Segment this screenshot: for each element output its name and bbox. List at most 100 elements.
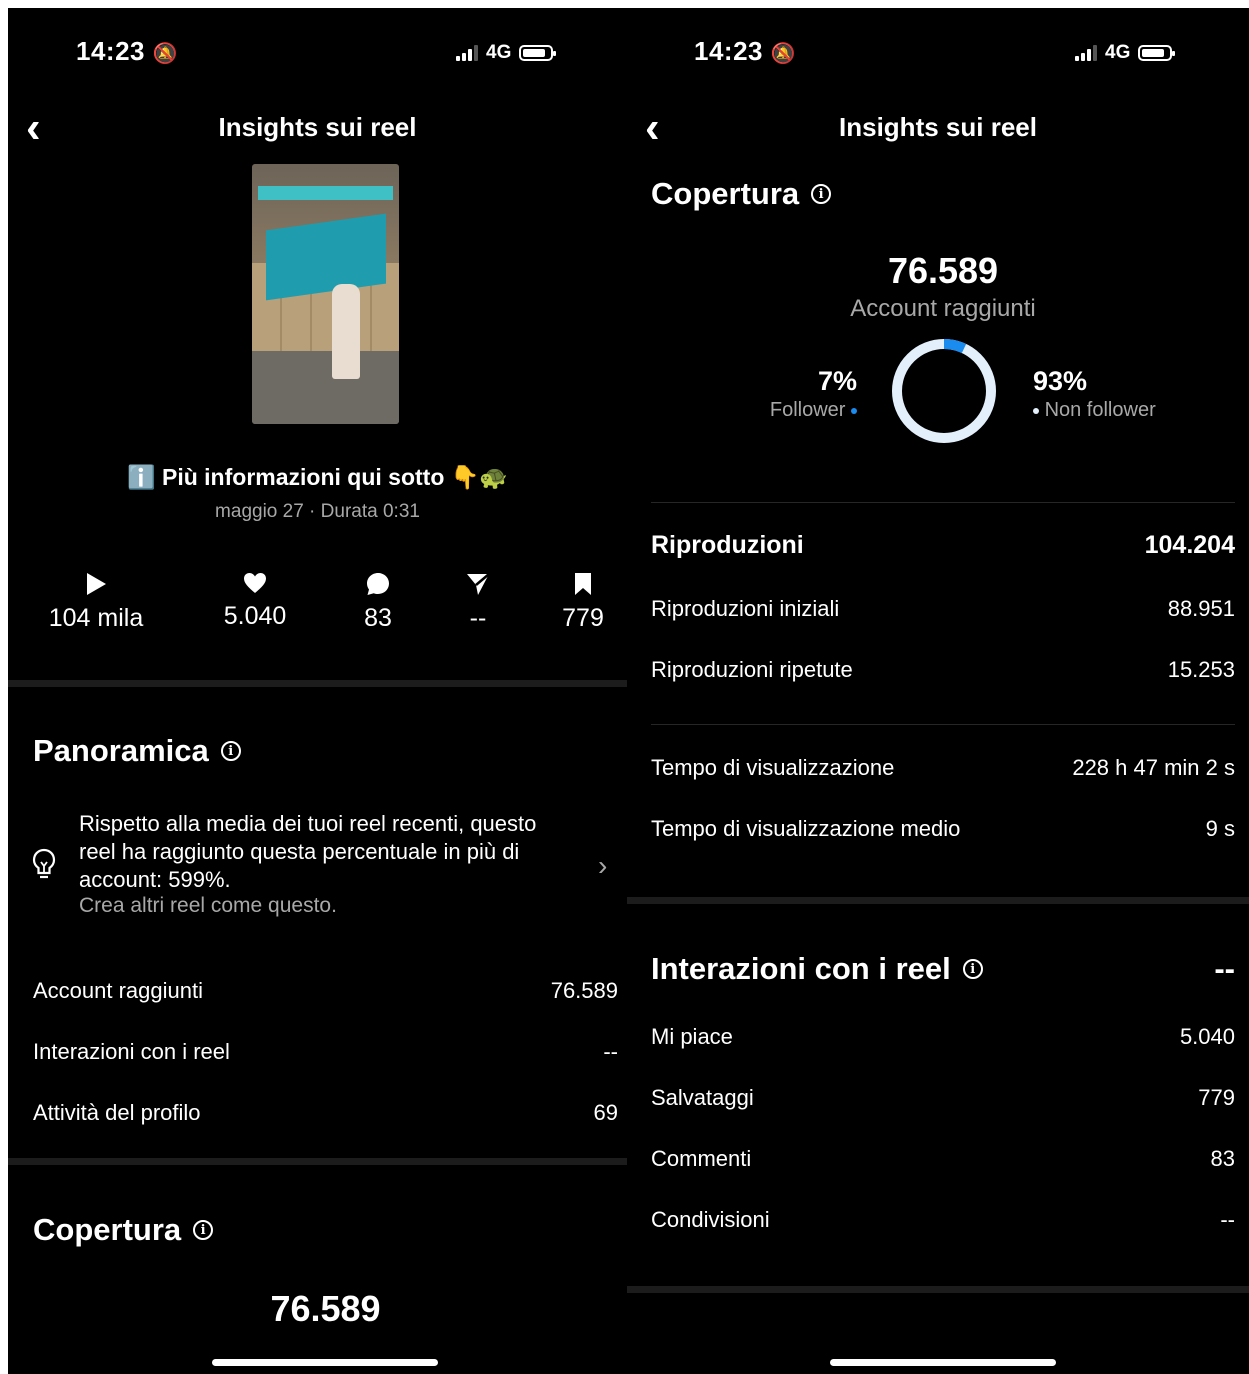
row-value: 5.040 — [1179, 1024, 1235, 1049]
info-icon[interactable]: i — [193, 1220, 214, 1240]
nav-title: Insights sui reel — [218, 112, 417, 142]
row-label: Condivisioni — [651, 1207, 770, 1232]
overview-row[interactable]: Interazioni con i reel -- — [33, 1039, 618, 1065]
row-label: Mi piace — [651, 1024, 733, 1049]
reach-value: 76.589 — [887, 250, 999, 291]
tip-link[interactable]: Crea altri reel come questo. — [79, 894, 337, 918]
nonfollower-dot — [1033, 407, 1039, 414]
stat-value: 779 — [562, 604, 604, 632]
row-value: -- — [1220, 1207, 1235, 1232]
reach-header: Copertura i — [651, 176, 832, 212]
nonfollower-pct: 93% — [1033, 366, 1088, 396]
stat-likes: 5.040 — [195, 572, 315, 631]
home-indicator[interactable] — [212, 1359, 438, 1366]
row-label: Riproduzioni ripetute — [651, 657, 853, 682]
info-icon[interactable]: i — [811, 184, 832, 204]
status-indicators: 4G — [456, 42, 557, 64]
row-value: 228 h 47 min 2 s — [1072, 755, 1235, 780]
info-icon[interactable]: i — [962, 959, 983, 979]
interactions-row[interactable]: Condivisioni -- — [651, 1207, 1235, 1233]
bookmark-icon — [575, 573, 591, 595]
nav-title: Insights sui reel — [839, 112, 1037, 142]
status-time: 14:23 🔕 — [694, 36, 796, 67]
plays-title: Riproduzioni — [651, 531, 804, 559]
row-label: Commenti — [651, 1146, 752, 1171]
row-label: Attività del profilo — [33, 1100, 201, 1125]
stat-value: 83 — [364, 604, 392, 632]
reel-meta: maggio 27 · Durata 0:31 — [215, 501, 420, 522]
reach-donut-chart — [892, 339, 996, 443]
interactions-title: Interazioni con i reel — [651, 951, 951, 986]
overview-row[interactable]: Account raggiunti 76.589 — [33, 978, 618, 1004]
status-indicators: 4G — [1075, 42, 1176, 64]
chevron-right-icon: › — [598, 850, 608, 881]
overview-row[interactable]: Attività del profilo 69 — [33, 1100, 618, 1126]
divider — [651, 724, 1235, 725]
signal-icon — [1075, 45, 1097, 61]
network-label: 4G — [1105, 42, 1131, 63]
signal-icon — [456, 45, 478, 61]
right-screen: 14:23 🔕 4G ‹ Insights sui reel Copertura… — [627, 8, 1249, 1374]
reel-caption: ℹ️ Più informazioni qui sotto 👇🐢 — [126, 464, 509, 490]
nonfollower-legend: 93% Non follower — [1033, 366, 1233, 422]
row-label: Interazioni con i reel — [33, 1039, 230, 1064]
stat-value: 104 mila — [48, 604, 144, 632]
reach-subtitle: Account raggiunti — [850, 295, 1036, 322]
divider — [627, 897, 1249, 904]
row-value: 83 — [1210, 1146, 1235, 1171]
row-label: Tempo di visualizzazione — [651, 755, 895, 780]
row-label: Salvataggi — [651, 1085, 754, 1110]
network-label: 4G — [486, 42, 512, 63]
silent-bell-icon: 🔕 — [770, 43, 797, 65]
stat-value: -- — [469, 604, 487, 632]
info-icon[interactable]: i — [220, 741, 241, 761]
play-icon — [87, 573, 106, 595]
reel-thumbnail[interactable] — [252, 164, 399, 424]
comment-icon — [367, 573, 389, 595]
watch-row[interactable]: Tempo di visualizzazione medio 9 s — [651, 816, 1235, 842]
divider — [8, 680, 627, 687]
row-value: 69 — [593, 1100, 618, 1125]
home-indicator[interactable] — [830, 1359, 1056, 1366]
lightbulb-icon — [32, 848, 56, 879]
overview-header: Panoramica i — [33, 733, 241, 769]
stat-shares: -- — [418, 572, 538, 633]
heart-icon — [244, 573, 266, 593]
row-value: 76.589 — [550, 978, 618, 1003]
nonfollower-label: Non follower — [1044, 399, 1156, 421]
row-value: 15.253 — [1167, 657, 1235, 682]
divider — [8, 1158, 627, 1165]
interactions-row[interactable]: Commenti 83 — [651, 1146, 1235, 1172]
row-label: Tempo di visualizzazione medio — [651, 816, 961, 841]
row-label: Riproduzioni iniziali — [651, 596, 840, 621]
divider — [651, 502, 1235, 503]
plays-row[interactable]: Riproduzioni iniziali 88.951 — [651, 596, 1235, 622]
overview-tip[interactable]: Rispetto alla media dei tuoi reel recent… — [8, 808, 627, 923]
interactions-header-row: Interazioni con i reel i -- — [651, 951, 1235, 987]
reach-header: Copertura i — [33, 1212, 214, 1248]
reach-title: Copertura — [33, 1212, 182, 1247]
row-value: 9 s — [1205, 816, 1235, 841]
donut-nonfollower-arc — [892, 339, 996, 443]
interactions-row[interactable]: Mi piace 5.040 — [651, 1024, 1235, 1050]
plays-row[interactable]: Riproduzioni ripetute 15.253 — [651, 657, 1235, 683]
overview-title: Panoramica — [33, 733, 209, 768]
stat-saves: 779 — [523, 572, 627, 633]
row-value: 88.951 — [1167, 596, 1235, 621]
stat-value: 5.040 — [223, 602, 287, 630]
plays-total: 104.204 — [1144, 531, 1235, 559]
watch-row[interactable]: Tempo di visualizzazione 228 h 47 min 2 … — [651, 755, 1235, 781]
row-value: 779 — [1198, 1085, 1235, 1110]
follower-legend: 7% Follower — [737, 366, 857, 422]
time-label: 14:23 — [694, 36, 763, 66]
left-screen: 14:23 🔕 4G ‹ Insights sui reel ℹ️ Più in… — [8, 8, 627, 1374]
tip-text: Rispetto alla media dei tuoi reel recent… — [79, 811, 537, 892]
interactions-total: -- — [1214, 951, 1235, 986]
interactions-row[interactable]: Salvataggi 779 — [651, 1085, 1235, 1111]
battery-icon — [519, 45, 557, 61]
divider — [627, 1286, 1249, 1293]
row-label: Account raggiunti — [33, 978, 203, 1003]
stat-plays: 104 mila — [36, 572, 156, 633]
follower-label: Follower — [769, 399, 846, 421]
reach-title: Copertura — [651, 176, 800, 211]
